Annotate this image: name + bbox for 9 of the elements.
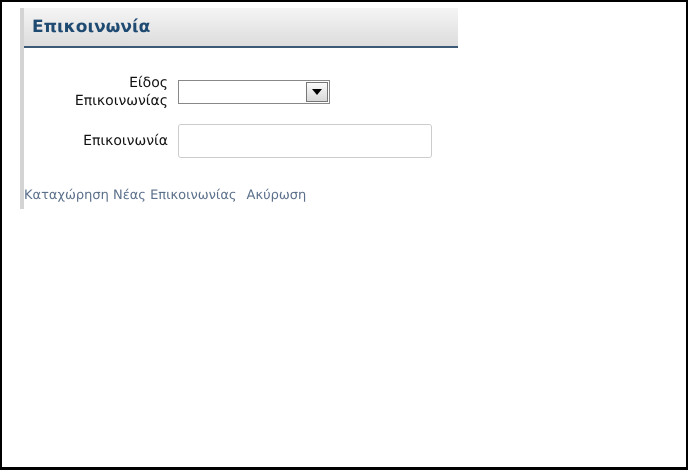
type-dropdown[interactable] [178,80,330,104]
field-label: Είδος Επικοινωνίας [74,74,168,110]
action-link[interactable]: Καταχώρηση Νέας Επικοινωνίας [24,188,237,203]
input-field[interactable] [178,124,432,158]
field-label: Επικοινωνία [82,132,168,150]
caret-icon [312,89,322,95]
action-link[interactable]: Ακύρωση [246,188,306,203]
dropdown-button[interactable] [306,82,328,102]
panel-title: Επικοινωνία [32,17,150,37]
